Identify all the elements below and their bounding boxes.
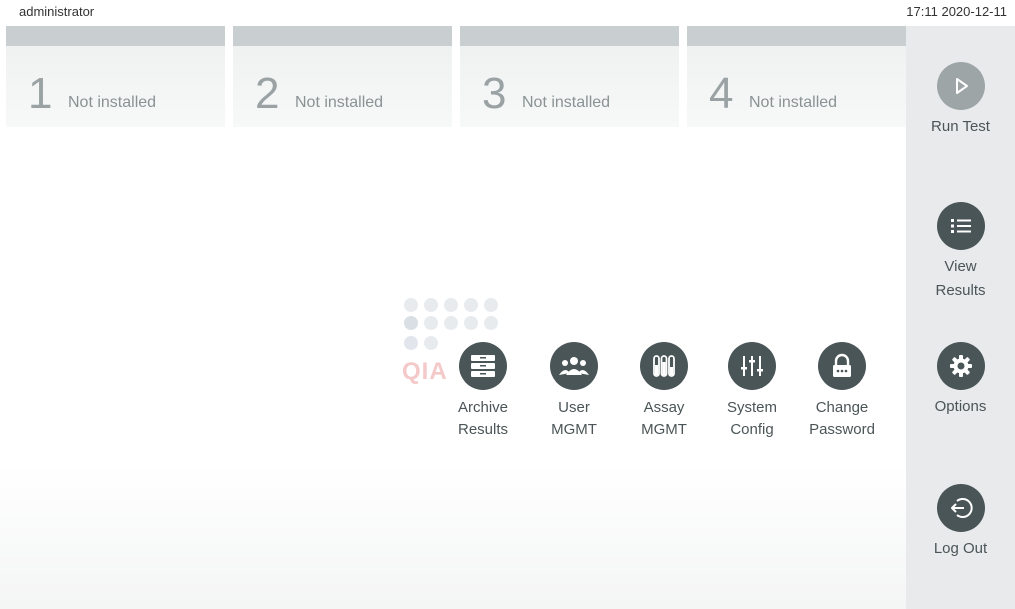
archive-results-label: Archive Results bbox=[457, 399, 509, 438]
log-out-button[interactable]: Log Out bbox=[906, 484, 1015, 561]
users-icon bbox=[550, 342, 598, 390]
list-icon bbox=[936, 202, 985, 250]
module-tile-1[interactable]: 1 Not installed bbox=[6, 26, 225, 127]
system-config-label: System Config bbox=[726, 399, 777, 438]
system-config-button[interactable]: System Config bbox=[712, 342, 792, 441]
logged-in-user: administrator bbox=[19, 4, 95, 19]
module-header-bar bbox=[460, 26, 679, 46]
module-number: 1 bbox=[28, 69, 53, 118]
log-out-label: Log Out bbox=[933, 540, 988, 557]
right-sidebar: Run Test View Results Options Log Out bbox=[906, 26, 1015, 609]
status-bar: administrator 17:11 2020-12-11 bbox=[0, 0, 1015, 26]
module-status: Not installed bbox=[749, 94, 838, 111]
user-mgmt-label: User MGMT bbox=[551, 399, 597, 438]
change-password-label: Change Password bbox=[809, 399, 875, 438]
run-test-button[interactable]: Run Test bbox=[906, 62, 1015, 139]
module-header-bar bbox=[6, 26, 225, 46]
module-tile-3[interactable]: 3 Not installed bbox=[460, 26, 679, 127]
view-results-button[interactable]: View Results bbox=[906, 202, 1015, 303]
view-results-label: View Results bbox=[935, 258, 986, 299]
module-number: 2 bbox=[255, 69, 280, 118]
module-status: Not installed bbox=[522, 94, 611, 111]
run-test-label: Run Test bbox=[931, 118, 990, 135]
user-mgmt-button[interactable]: User MGMT bbox=[534, 342, 614, 441]
play-icon bbox=[936, 62, 985, 110]
module-tile-2[interactable]: 2 Not installed bbox=[233, 26, 452, 127]
assay-mgmt-label: Assay MGMT bbox=[641, 399, 687, 438]
module-number: 3 bbox=[482, 69, 507, 118]
module-status: Not installed bbox=[295, 94, 384, 111]
archive-results-button[interactable]: Archive Results bbox=[443, 342, 523, 441]
archive-icon bbox=[459, 342, 507, 390]
gear-icon bbox=[936, 342, 985, 390]
options-button[interactable]: Options bbox=[906, 342, 1015, 419]
module-status: Not installed bbox=[68, 94, 157, 111]
datetime: 17:11 2020-12-11 bbox=[906, 4, 1007, 19]
watermark-text: QIA bbox=[402, 358, 448, 385]
module-number: 4 bbox=[709, 69, 734, 118]
logout-icon bbox=[936, 484, 985, 532]
sliders-icon bbox=[728, 342, 776, 390]
module-header-bar bbox=[687, 26, 906, 46]
options-label: Options bbox=[934, 398, 987, 415]
module-tile-4[interactable]: 4 Not installed bbox=[687, 26, 906, 127]
module-header-bar bbox=[233, 26, 452, 46]
lock-icon bbox=[818, 342, 866, 390]
change-password-button[interactable]: Change Password bbox=[802, 342, 882, 441]
module-strip: 1 Not installed 2 Not installed 3 Not in… bbox=[6, 26, 906, 127]
assay-mgmt-button[interactable]: Assay MGMT bbox=[624, 342, 704, 441]
test-tubes-icon bbox=[640, 342, 688, 390]
